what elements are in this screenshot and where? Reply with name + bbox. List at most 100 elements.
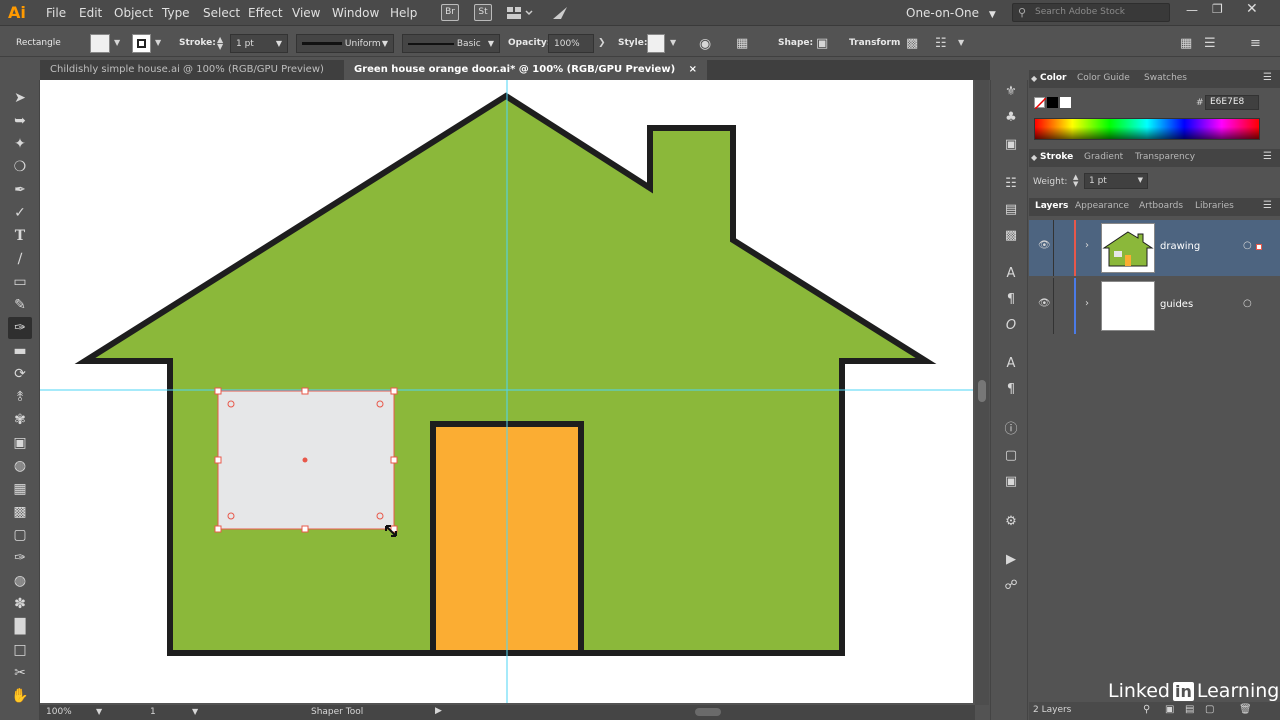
zoom-level[interactable]: 100% bbox=[46, 707, 72, 717]
opacity-field[interactable]: 100% bbox=[548, 34, 594, 53]
paragraph-styles-icon[interactable]: ¶ bbox=[1001, 380, 1021, 400]
menu-file[interactable]: File bbox=[46, 6, 66, 20]
artboard-dropdown-icon[interactable]: ▼ bbox=[192, 707, 198, 716]
black-swatch[interactable] bbox=[1047, 97, 1058, 108]
tab-appearance[interactable]: Appearance bbox=[1075, 201, 1129, 211]
symbols-icon[interactable]: ♣ bbox=[1001, 108, 1021, 128]
perspective-grid-icon[interactable]: ▦ bbox=[8, 478, 32, 500]
menu-type[interactable]: Type bbox=[162, 6, 190, 20]
panel-menu-icon[interactable]: ☰ bbox=[1263, 72, 1272, 83]
restore-icon[interactable]: ❐ bbox=[1212, 2, 1223, 16]
pathfinder-icon[interactable]: ▤ bbox=[1001, 200, 1021, 220]
asset-export-icon[interactable]: ▣ bbox=[1001, 135, 1021, 155]
shape-builder-icon[interactable]: ◍ bbox=[8, 455, 32, 477]
horizontal-scroll-thumb[interactable] bbox=[695, 708, 721, 716]
character-icon[interactable]: A bbox=[1001, 264, 1021, 284]
layer-name[interactable]: guides bbox=[1160, 299, 1193, 310]
minimize-icon[interactable]: — bbox=[1186, 3, 1198, 17]
transform-label[interactable]: Transform bbox=[849, 38, 900, 48]
transform-each-icon[interactable]: ▩ bbox=[906, 36, 918, 51]
fill-swatch[interactable] bbox=[90, 34, 110, 53]
puppet-warp-icon[interactable]: ⚜ bbox=[1001, 82, 1021, 102]
stroke-dropdown-icon[interactable]: ▼ bbox=[155, 38, 161, 47]
scroll-thumb[interactable] bbox=[978, 380, 986, 402]
vertical-scrollbar[interactable] bbox=[975, 80, 989, 705]
rectangle-tool-icon[interactable]: ▭ bbox=[8, 271, 32, 293]
tab-libraries[interactable]: Libraries bbox=[1195, 201, 1234, 211]
stroke-swatch[interactable] bbox=[132, 34, 151, 53]
slice-tool-icon[interactable]: ✂ bbox=[8, 662, 32, 684]
stroke-stepper-icon[interactable]: ▲ ▼ bbox=[217, 36, 223, 51]
eraser-icon[interactable]: ▬ bbox=[8, 340, 32, 362]
shape-label[interactable]: Shape: bbox=[778, 38, 813, 48]
align-panel-icon[interactable]: ☷ bbox=[1001, 174, 1021, 194]
close-tab-icon[interactable]: × bbox=[689, 64, 697, 75]
menu-object[interactable]: Object bbox=[114, 6, 153, 20]
canvas-area[interactable] bbox=[40, 80, 975, 705]
target-circle-icon[interactable]: ○ bbox=[1243, 298, 1252, 309]
arrange-documents-icon[interactable] bbox=[506, 5, 534, 21]
selection-indicator[interactable] bbox=[1256, 244, 1262, 250]
zoom-dropdown-icon[interactable]: ▼ bbox=[96, 707, 102, 716]
transform-panel-icon[interactable]: ▩ bbox=[1001, 226, 1021, 246]
tab-layers[interactable]: Layers bbox=[1035, 201, 1068, 211]
direct-selection-tool-icon[interactable]: ➥ bbox=[8, 110, 32, 132]
collapse-icon[interactable]: ◆ bbox=[1031, 153, 1037, 162]
link-chain-icon[interactable]: ☍ bbox=[1001, 576, 1021, 596]
eyedropper-icon[interactable]: ✑ bbox=[8, 547, 32, 569]
blend-tool-icon[interactable]: ◍ bbox=[8, 570, 32, 592]
new-sublayer-icon[interactable]: ▤ bbox=[1185, 704, 1194, 715]
clipping-mask-icon[interactable]: ▣ bbox=[1165, 704, 1174, 715]
symbol-sprayer-icon[interactable]: ✽ bbox=[8, 593, 32, 615]
shape-properties-icon[interactable]: ▣ bbox=[816, 36, 828, 51]
curvature-tool-icon[interactable]: ✓ bbox=[8, 202, 32, 224]
opentype-icon[interactable]: O bbox=[1001, 316, 1021, 336]
rotate-tool-icon[interactable]: ⟳ bbox=[8, 363, 32, 385]
close-window-icon[interactable]: ✕ bbox=[1246, 1, 1258, 17]
tab-transparency[interactable]: Transparency bbox=[1135, 152, 1195, 162]
tab-gradient[interactable]: Gradient bbox=[1084, 152, 1123, 162]
mesh-tool-icon[interactable]: ▩ bbox=[8, 501, 32, 523]
none-swatch[interactable] bbox=[1034, 97, 1047, 110]
panel-menu-icon[interactable]: ☰ bbox=[1204, 36, 1216, 51]
search-stock-field[interactable]: ⚲ Search Adobe Stock bbox=[1012, 3, 1170, 22]
panel-menu-icon[interactable]: ☰ bbox=[1263, 200, 1272, 211]
color-spectrum[interactable] bbox=[1034, 118, 1260, 140]
stock-icon[interactable]: St bbox=[474, 4, 492, 21]
paragraph-icon[interactable]: ¶ bbox=[1001, 290, 1021, 310]
menu-edit[interactable]: Edit bbox=[79, 6, 102, 20]
free-transform-icon[interactable]: ▣ bbox=[8, 432, 32, 454]
width-tool-icon[interactable]: ⥉ bbox=[8, 386, 32, 408]
options-icon[interactable]: ≡ bbox=[1250, 36, 1261, 51]
artboard-number[interactable]: 1 bbox=[150, 707, 156, 717]
warp-tool-icon[interactable]: ✾ bbox=[8, 409, 32, 431]
line-segment-icon[interactable]: ∕ bbox=[8, 248, 32, 270]
variable-width-profile[interactable]: Uniform ▼ bbox=[296, 34, 394, 53]
actions-play-icon[interactable]: ▶ bbox=[1001, 550, 1021, 570]
style-dropdown-icon[interactable]: ▼ bbox=[670, 38, 676, 47]
character-styles-icon[interactable]: A bbox=[1001, 354, 1021, 374]
target-circle-icon[interactable]: ○ bbox=[1243, 240, 1252, 251]
brush-definition[interactable]: Basic ▼ bbox=[402, 34, 500, 53]
hand-tool-icon[interactable]: ✋ bbox=[8, 685, 32, 707]
status-tool[interactable]: Shaper Tool bbox=[311, 707, 363, 717]
column-graph-icon[interactable]: █ bbox=[8, 616, 32, 638]
menu-select[interactable]: Select bbox=[203, 6, 240, 20]
locate-object-icon[interactable]: ⚲ bbox=[1143, 704, 1150, 715]
pen-tool-icon[interactable]: ✒ bbox=[8, 179, 32, 201]
paintbrush-icon[interactable]: ✎ bbox=[8, 294, 32, 316]
selection-tool-icon[interactable]: ➤ bbox=[8, 87, 32, 109]
tab-color-guide[interactable]: Color Guide bbox=[1077, 73, 1130, 83]
magic-wand-icon[interactable]: ✦ bbox=[8, 133, 32, 155]
type-tool-icon[interactable]: T bbox=[8, 225, 32, 247]
fill-dropdown-icon[interactable]: ▼ bbox=[114, 38, 120, 47]
graphic-style-swatch[interactable] bbox=[647, 34, 665, 53]
workspace-switcher[interactable]: One-on-One ▼ bbox=[906, 6, 996, 20]
tab-color[interactable]: Color bbox=[1040, 73, 1067, 83]
gradient-tool-icon[interactable]: ▢ bbox=[8, 524, 32, 546]
properties-gear-icon[interactable]: ⚙ bbox=[1001, 512, 1021, 532]
gpu-performance-icon[interactable] bbox=[551, 4, 569, 22]
info-icon[interactable]: ⓘ bbox=[1001, 420, 1021, 440]
hex-input[interactable]: E6E7E8 bbox=[1205, 95, 1259, 110]
menu-window[interactable]: Window bbox=[332, 6, 379, 20]
